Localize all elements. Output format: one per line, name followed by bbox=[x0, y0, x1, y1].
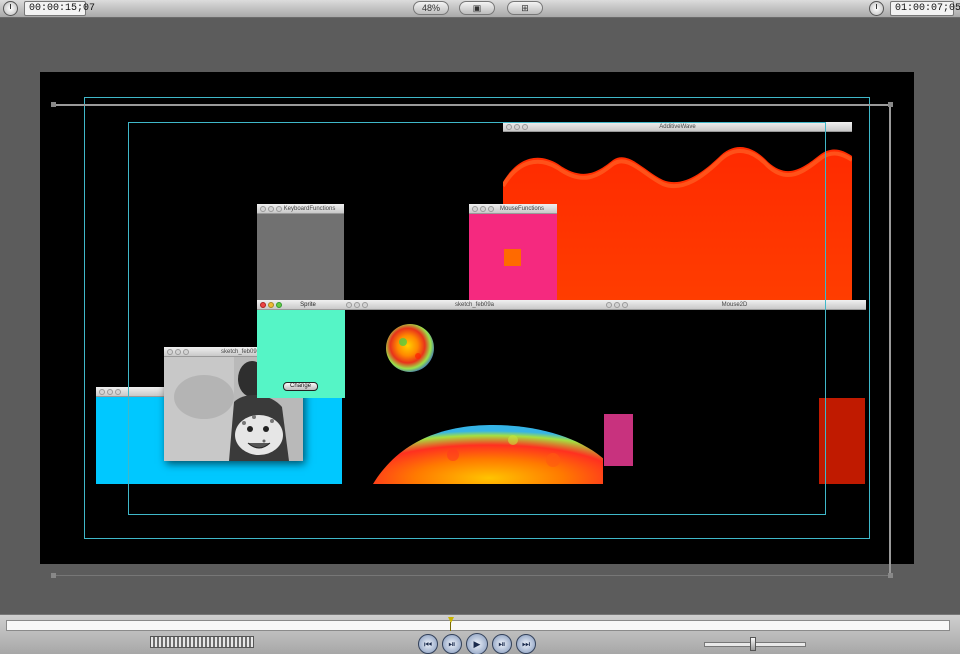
play-around-button[interactable]: ⏯ bbox=[492, 634, 512, 654]
next-edit-button[interactable]: ⏭ bbox=[516, 634, 536, 654]
current-timecode-field[interactable]: 00:00:15;07 bbox=[24, 1, 95, 16]
canvas-viewer[interactable]: AdditiveWave KeyboardFunctions MouseFunc… bbox=[40, 72, 914, 564]
timecode-clock-icon[interactable] bbox=[3, 1, 18, 16]
transport-bar: ⏮ ⏯ ▶ ⏯ ⏭ bbox=[0, 614, 960, 654]
shuttle-knob[interactable] bbox=[750, 637, 756, 651]
bottom-guide-line bbox=[53, 575, 891, 576]
right-guide-line bbox=[889, 104, 891, 564]
duration-timecode-field[interactable]: 01:00:07;05 bbox=[890, 1, 960, 16]
guide-handle[interactable] bbox=[51, 573, 56, 578]
title-safe-guide bbox=[128, 122, 826, 515]
duration-clock-icon[interactable] bbox=[869, 1, 884, 16]
playhead-line bbox=[450, 622, 451, 631]
view-popup[interactable]: ▣ bbox=[459, 1, 495, 15]
zoom-popup[interactable]: 48% bbox=[413, 1, 449, 15]
play-button[interactable]: ▶ bbox=[466, 633, 488, 654]
previous-edit-button[interactable]: ⏮ bbox=[418, 634, 438, 654]
guide-handle[interactable] bbox=[888, 573, 893, 578]
overlay-popup[interactable]: ⊞ bbox=[507, 1, 543, 15]
guide-handle[interactable] bbox=[51, 102, 56, 107]
play-in-to-out-button[interactable]: ⏯ bbox=[442, 634, 462, 654]
jog-wheel[interactable] bbox=[150, 636, 254, 648]
scrubber-bar[interactable] bbox=[6, 620, 950, 631]
top-guide-line bbox=[53, 104, 892, 106]
viewer-toolbar: 00:00:15;07 48% ▣ ⊞ 01:00:07;05 bbox=[0, 0, 960, 18]
playhead-icon[interactable] bbox=[448, 617, 454, 623]
guide-handle[interactable] bbox=[888, 102, 893, 107]
